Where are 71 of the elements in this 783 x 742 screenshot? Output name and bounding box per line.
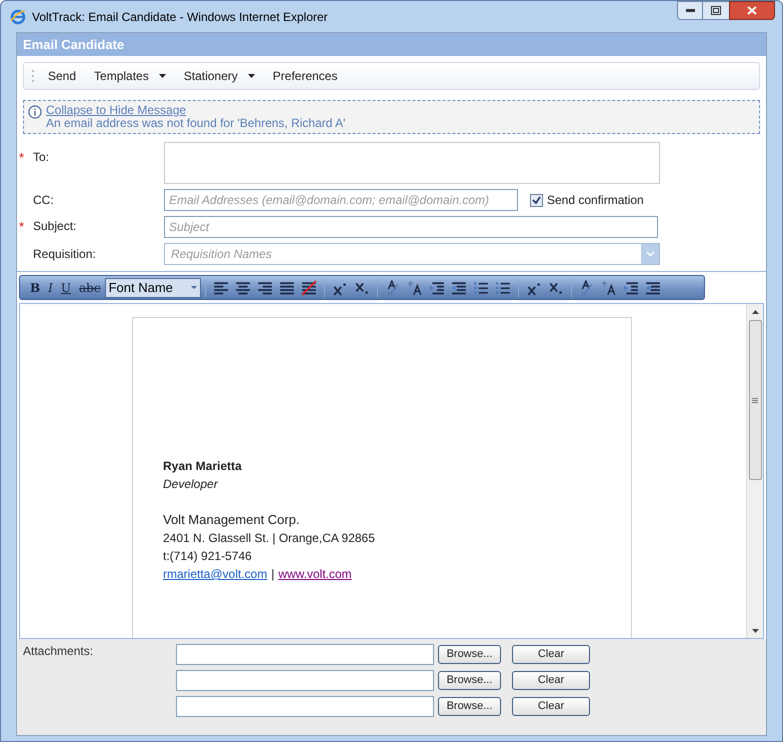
browse-button[interactable]: Browse...: [438, 671, 501, 690]
scroll-thumb[interactable]: [748, 320, 762, 480]
toolbar-button[interactable]: Send: [48, 67, 76, 85]
cc-field[interactable]: Email Addresses (email@domain.com; email@domain.com): [164, 189, 518, 211]
toolbar-button[interactable]: Preferences: [272, 67, 338, 85]
clear-button[interactable]: Clear: [512, 697, 590, 716]
clear-button[interactable]: Clear: [512, 645, 590, 664]
checkbox-label: Send confirmation: [547, 192, 644, 209]
scroll-down-icon: [752, 629, 758, 633]
field-label: Requisition:: [33, 246, 96, 263]
signature-name: Ryan Marietta: [163, 458, 242, 475]
maximize-button[interactable]: [703, 1, 729, 20]
address-text: 2401 N. Glassell St. | Orange,CA 92865: [163, 530, 375, 547]
indent-icon[interactable]: [644, 280, 661, 296]
format-button[interactable]: I: [48, 278, 53, 296]
collapse-link[interactable]: Collapse to Hide Message: [46, 104, 186, 117]
website-link[interactable]: www.volt.com: [278, 565, 352, 583]
center-icon[interactable]: [234, 280, 251, 296]
olist-icon[interactable]: [472, 280, 489, 296]
toolbar-button[interactable]: Templates: [94, 67, 166, 85]
scrollbar[interactable]: [746, 304, 763, 638]
file-field[interactable]: [176, 696, 434, 717]
close-button[interactable]: [729, 1, 775, 20]
outdent-icon[interactable]: [428, 280, 445, 296]
check-icon: [532, 196, 541, 204]
minimize-button[interactable]: [677, 1, 703, 20]
restore-icon: [711, 6, 721, 15]
browser-logo-icon: [10, 8, 26, 24]
format-button[interactable]: abc: [79, 278, 101, 296]
separator-text: |: [271, 566, 274, 583]
confirmation-checkbox[interactable]: [530, 194, 543, 206]
message-text: An email address was not found for 'Behrens, Richard A': [46, 117, 346, 130]
caret-icon: [190, 286, 197, 289]
required-mark: *: [19, 218, 24, 236]
subject-field[interactable]: Subject: [164, 216, 658, 238]
scroll-up-icon: [752, 310, 758, 314]
to-field[interactable]: [164, 142, 660, 184]
browse-button[interactable]: Browse...: [438, 645, 501, 664]
browse-button[interactable]: Browse...: [438, 697, 501, 716]
field-label: To:: [33, 149, 50, 166]
attachments-label: Attachments:: [23, 643, 94, 660]
ulist-icon[interactable]: [494, 280, 511, 296]
phone-text: t:(714) 921-5746: [163, 548, 252, 565]
panel-header: Email Candidate: [17, 33, 766, 56]
email-link[interactable]: rmarietta@volt.com: [163, 565, 268, 583]
indent-icon[interactable]: [450, 280, 467, 296]
format-button[interactable]: U: [60, 278, 72, 296]
toolbar-button[interactable]: Stationery: [184, 67, 255, 85]
left-icon[interactable]: [212, 280, 229, 296]
right-icon[interactable]: [256, 280, 273, 296]
justify-icon[interactable]: [278, 280, 295, 296]
caret-icon: [158, 74, 166, 78]
info-icon: [28, 105, 42, 119]
grip-icon: [752, 398, 758, 402]
minimize-icon: [686, 9, 694, 12]
format-button[interactable]: B: [30, 278, 40, 296]
required-mark: *: [19, 149, 24, 167]
field-label: Subject:: [33, 218, 76, 236]
font-name-dropdown[interactable]: Font Name: [104, 278, 201, 298]
file-field[interactable]: [176, 644, 434, 665]
caret-icon: [248, 74, 255, 78]
company-name: Volt Management Corp.: [163, 511, 300, 529]
signature-title: Developer: [163, 476, 218, 493]
file-field[interactable]: [176, 670, 434, 691]
window-title: VoltTrack: Email Candidate - Windows Internet Explorer: [32, 8, 328, 26]
outdent-icon[interactable]: [622, 280, 639, 296]
clear-button[interactable]: Clear: [512, 671, 590, 690]
field-label: CC:: [33, 192, 54, 209]
clear-icon[interactable]: [300, 280, 317, 296]
close-icon: [747, 6, 757, 15]
chevron-down-icon: [646, 251, 654, 257]
